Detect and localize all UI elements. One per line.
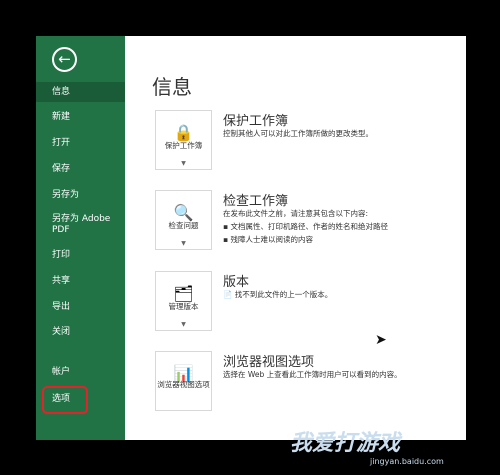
section-description: 在发布此文件之前，请注意其包含以下内容: <box>223 209 369 218</box>
versions-icon: 🗂 <box>173 284 194 303</box>
back-arrow-icon[interactable]: ← <box>52 47 77 72</box>
nav-open[interactable]: 打开 <box>36 138 125 149</box>
lock-icon: 🔒 <box>173 123 194 142</box>
chevron-down-icon: ▼ <box>181 160 186 167</box>
inspect-document-icon: 🔍 <box>173 203 194 222</box>
section-description: 控制其他人可以对此工作簿所做的更改类型。 <box>223 129 373 138</box>
chevron-down-icon: ▼ <box>181 321 186 328</box>
nav-share[interactable]: 共享 <box>36 276 125 287</box>
section-description: 选择在 Web 上查看此工作簿时用户可以看到的内容。 <box>223 370 402 379</box>
section-title: 保护工作簿 <box>223 114 289 129</box>
document-icon: 📄 <box>223 290 233 299</box>
section-title: 浏览器视图选项 <box>223 355 315 370</box>
nav-info[interactable]: 信息 <box>36 82 125 102</box>
browser-view-tile-label: 浏览器视图选项 <box>157 380 210 389</box>
info-panel: 信息 🔒 保护工作簿 ▼ 保护工作簿 控制其他人可以对此工作簿所做的更改类型。 … <box>125 36 466 440</box>
section-description: 📄 找不到此文件的上一个版本。 <box>223 289 332 300</box>
backstage-sidebar: ← 信息 新建 打开 保存 另存为 另存为 Adobe PDF 打印 共享 导出… <box>36 36 125 440</box>
bullet-text: 文档属性、打印机路径、作者的姓名和绝对路径 <box>230 222 388 231</box>
bullet-item: ▪ 文档属性、打印机路径、作者的姓名和绝对路径 <box>223 222 388 231</box>
nav-new[interactable]: 新建 <box>36 112 125 123</box>
chevron-down-icon: ▼ <box>181 240 186 247</box>
excel-backstage-window: ← 信息 新建 打开 保存 另存为 另存为 Adobe PDF 打印 共享 导出… <box>36 36 466 440</box>
nav-export[interactable]: 导出 <box>36 302 125 313</box>
watermark-url: jingyan.baidu.com <box>370 457 444 466</box>
section-title: 版本 <box>223 275 250 290</box>
check-for-issues-button[interactable]: 🔍 检查问题 ▼ <box>155 190 212 250</box>
section-description-text: 找不到此文件的上一个版本。 <box>234 290 333 299</box>
protect-workbook-tile-label: 保护工作簿 <box>164 141 203 150</box>
nav-close[interactable]: 关闭 <box>36 327 125 338</box>
page-title: 信息 <box>152 75 192 99</box>
nav-save-as[interactable]: 另存为 <box>36 190 125 201</box>
options-highlight-box <box>42 386 88 414</box>
mouse-cursor-icon: ➤ <box>375 332 387 348</box>
manage-versions-tile-label: 管理版本 <box>168 302 199 311</box>
manage-versions-button[interactable]: 🗂 管理版本 ▼ <box>155 271 212 331</box>
bullet-item: ▪ 残障人士难以阅读的内容 <box>223 235 313 244</box>
nav-save-as-pdf[interactable]: 另存为 Adobe PDF <box>36 214 125 236</box>
nav-save[interactable]: 保存 <box>36 164 125 175</box>
check-for-issues-tile-label: 检查问题 <box>168 221 199 230</box>
browser-view-options-button[interactable]: 📊 浏览器视图选项 <box>155 351 212 411</box>
nav-account[interactable]: 帐户 <box>36 367 125 378</box>
watermark-text: 我爱打游戏 <box>290 431 401 456</box>
nav-print[interactable]: 打印 <box>36 250 125 261</box>
protect-workbook-button[interactable]: 🔒 保护工作簿 ▼ <box>155 110 212 170</box>
bullet-text: 残障人士难以阅读的内容 <box>230 235 313 244</box>
section-title: 检查工作簿 <box>223 194 289 209</box>
